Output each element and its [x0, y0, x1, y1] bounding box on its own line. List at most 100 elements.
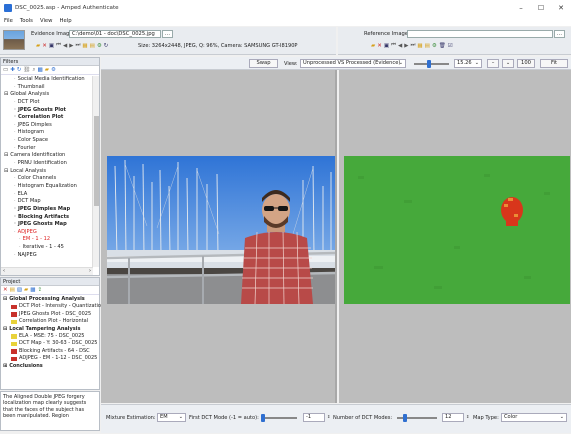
number-of-dct-modes-slider[interactable]	[397, 414, 437, 422]
gallery-icon[interactable]: ▦	[417, 43, 422, 49]
add-icon[interactable]: ✚	[10, 67, 15, 73]
number-of-dct-modes-handle[interactable]	[403, 414, 407, 422]
filter-tree-item[interactable]: · EM - 1 - 12	[1, 236, 93, 244]
project-tree-item[interactable]: Correlation Plot - Horizontal	[1, 318, 101, 325]
menu-view[interactable]: View	[40, 18, 53, 24]
export-icon[interactable]: ▤	[90, 43, 95, 49]
filter-tree-item[interactable]: · Color Channels	[1, 175, 93, 183]
filter-tree-item[interactable]: · NAJPEG	[1, 252, 93, 260]
gallery-icon[interactable]: ▦	[82, 43, 87, 49]
conclusion-text[interactable]: The Aligned Double JPEG forgery localiza…	[0, 391, 100, 431]
open-folder-icon[interactable]: ▰	[36, 43, 40, 49]
first-dct-mode-slider[interactable]	[261, 414, 297, 422]
filter-tree-item[interactable]: · JPEG Dimples Map	[1, 206, 93, 214]
filter-tree-item[interactable]: · JPEG Ghosts Plot	[1, 107, 93, 115]
maximize-button[interactable]: ☐	[531, 4, 551, 12]
filter-tree-item[interactable]: · ADJPEG	[1, 229, 93, 237]
refresh-icon[interactable]: ↻	[104, 43, 109, 49]
filter-tree-item[interactable]: ⊟ Global Analysis	[1, 91, 93, 99]
dct-modes-spinner-icon[interactable]: ⇕	[466, 414, 469, 419]
export-icon[interactable]: ▤	[425, 43, 430, 49]
folder-icon[interactable]: ▰	[45, 67, 49, 73]
filter-tree-item[interactable]: · Iterative - 1 - 45	[1, 244, 93, 252]
zoom-select[interactable]: 15.26 ⌄	[454, 59, 482, 68]
close-button[interactable]: ✕	[551, 4, 571, 12]
filter-tree-item[interactable]: · Social Media Identification	[1, 76, 93, 84]
report-icon[interactable]: ▤	[10, 287, 15, 293]
mixture-estimation-select[interactable]: EM ⌄	[157, 413, 186, 422]
project-tree-item[interactable]: DCT Map - Y: 30-63 - DSC_0025	[1, 340, 101, 347]
zoom-out-button[interactable]: –	[487, 59, 499, 68]
view-select[interactable]: Unprocessed VS Processed (Evidence) ⌄	[300, 59, 406, 68]
next-image-icon[interactable]: ▶	[69, 43, 73, 49]
menu-help[interactable]: Help	[60, 18, 72, 24]
menu-tools[interactable]: Tools	[20, 18, 33, 24]
filter-tree-item[interactable]: · ELA	[1, 191, 93, 199]
swap-button[interactable]: Swap	[249, 59, 278, 68]
zoom-slider-handle[interactable]	[427, 60, 431, 68]
photo-icon[interactable]: ▣	[49, 43, 54, 49]
menu-file[interactable]: File	[4, 18, 13, 24]
map-type-select[interactable]: Color ⌄	[501, 413, 567, 422]
delete-icon[interactable]: 🗑	[439, 43, 446, 49]
next-image-icon[interactable]: ▶	[404, 43, 408, 49]
project-tree-item[interactable]: ADJPEG - EM - 1-12 - DSC_0025	[1, 355, 101, 362]
expand-toggle-icon[interactable]: ⊟	[4, 91, 8, 97]
project-tree-item[interactable]: ⊟ Local Tampering Analysis	[1, 326, 101, 333]
filters-vertical-scrollbar[interactable]	[92, 76, 99, 267]
first-image-icon[interactable]: ⏮	[56, 42, 61, 49]
last-image-icon[interactable]: ⏭	[75, 42, 80, 49]
filter-tree-item[interactable]: · Correlation Plot	[1, 114, 93, 122]
evidence-path-field[interactable]: C:\demo\01 - doc\DSC_0025.jpg	[69, 30, 161, 38]
expand-toggle-icon[interactable]: ⊟	[3, 296, 7, 303]
open-folder-icon[interactable]: ▰	[371, 43, 375, 49]
settings-icon[interactable]: ⚙	[51, 67, 56, 73]
expand-toggle-icon[interactable]: ⊟	[4, 152, 8, 158]
filter-tree-item[interactable]: · DCT Plot	[1, 99, 93, 107]
reference-path-field[interactable]	[407, 30, 553, 38]
number-of-dct-modes-input[interactable]: 12	[442, 413, 464, 422]
first-dct-mode-handle[interactable]	[261, 414, 265, 422]
fit-button[interactable]: Fit	[540, 59, 568, 68]
filter-tree-item[interactable]: · DCT Map	[1, 198, 93, 206]
zoom-slider[interactable]	[414, 60, 449, 68]
scroll-right-icon[interactable]: ›	[89, 268, 91, 275]
project-tree-item[interactable]: ELA - MSE: 75 - DSC_0025	[1, 333, 101, 340]
filter-tree-item[interactable]: · JPEG Dimples	[1, 122, 93, 130]
filter-tree-item[interactable]: · Blocking Artifacts	[1, 214, 93, 222]
previous-image-icon[interactable]: ◀	[63, 43, 67, 49]
first-dct-mode-input[interactable]: -1	[303, 413, 325, 422]
filter-tree-item[interactable]: · Color Space	[1, 137, 93, 145]
zoom-dropdown-button[interactable]: ⌄	[502, 59, 514, 68]
browse-evidence-button[interactable]: …	[162, 30, 173, 38]
folder-icon[interactable]: ▰	[24, 287, 28, 293]
last-image-icon[interactable]: ⏭	[410, 42, 415, 49]
processed-viewer[interactable]	[339, 70, 571, 403]
save-icon[interactable]: ▩	[38, 67, 43, 73]
expand-toggle-icon[interactable]: ⊟	[3, 326, 7, 333]
project-tree-item[interactable]: ⊞ Conclusions	[1, 363, 101, 370]
filter-tree-item[interactable]: · Fourier	[1, 145, 93, 153]
export-icon[interactable]: ⇪	[37, 287, 42, 293]
filter-icon[interactable]: ⌕	[32, 67, 35, 74]
settings-icon[interactable]: ⚙	[97, 43, 102, 49]
previous-image-icon[interactable]: ◀	[398, 43, 402, 49]
project-tree-item[interactable]: JPEG Ghosts Plot - DSC_0025	[1, 311, 101, 318]
project-tree-item[interactable]: Blocking Artifacts - 64 - DSC	[1, 348, 101, 355]
refresh-icon[interactable]: ↻	[17, 67, 22, 73]
zoom-100-button[interactable]: 100	[517, 59, 535, 68]
first-image-icon[interactable]: ⏮	[391, 42, 396, 49]
browse-reference-button[interactable]: …	[554, 30, 565, 38]
first-dct-spinner-icon[interactable]: ⇕	[327, 414, 330, 419]
save-icon[interactable]: ▩	[30, 287, 35, 293]
filter-tree-item[interactable]: · Histogram	[1, 129, 93, 137]
minimize-button[interactable]: –	[511, 4, 531, 12]
remove-icon[interactable]: ✕	[42, 43, 47, 49]
filters-horizontal-scrollbar[interactable]: ‹ ›	[1, 267, 93, 275]
photo-icon[interactable]: ▣	[384, 43, 389, 49]
new-icon[interactable]: ▭	[3, 67, 8, 73]
settings-icon[interactable]: ⚙	[432, 43, 437, 49]
filter-tree-item[interactable]: · JPEG Ghosts Map	[1, 221, 93, 229]
evidence-viewer[interactable]	[101, 70, 337, 403]
project-tree-item[interactable]: DCT Plot - Intensity - Quantization	[1, 303, 101, 310]
